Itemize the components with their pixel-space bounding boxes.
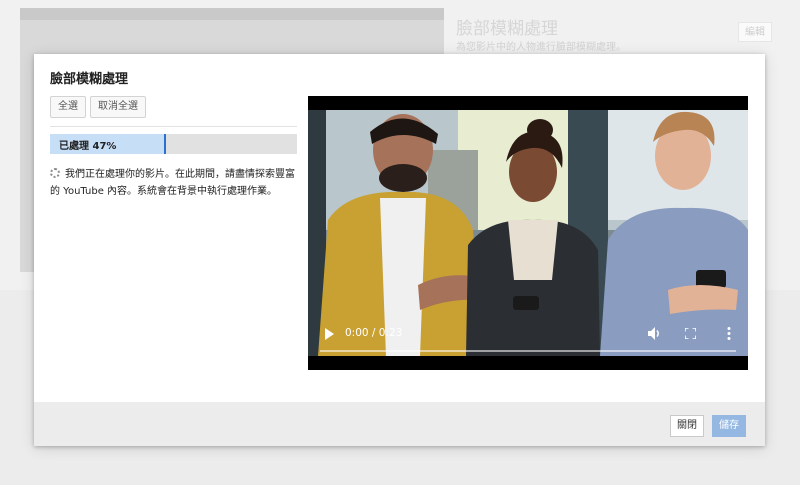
dialog-title: 臉部模糊處理 [50,72,129,87]
select-all-button[interactable]: 全選 [50,96,86,118]
video-controls: 0:00 / 0:23 [308,318,748,356]
selection-buttons: 全選 取消全選 [50,96,146,118]
close-button[interactable]: 關閉 [670,415,704,437]
progress-label: 已處理 47% [59,141,117,152]
face-blur-dialog: 臉部模糊處理 全選 取消全選 已處理 47% 我們正在處理你的影片。在此期間，請… [34,54,765,446]
divider [50,126,297,127]
background-edit-button: 編輯 [738,22,772,42]
deselect-all-button[interactable]: 取消全選 [90,96,146,118]
more-vert-icon[interactable] [727,327,731,340]
video-player[interactable]: 0:00 / 0:23 [308,96,748,370]
processing-progress-bar: 已處理 47% [50,134,297,154]
spinner-icon [50,168,60,178]
fullscreen-icon[interactable] [685,328,696,339]
dialog-footer: 關閉 儲存 [34,402,765,446]
play-icon[interactable] [324,328,334,340]
save-button[interactable]: 儲存 [712,415,746,437]
volume-icon[interactable] [648,327,661,340]
background-title: 臉部模糊處理 [456,19,558,39]
video-scrubber[interactable] [320,350,736,352]
processing-status: 我們正在處理你的影片。在此期間，請盡情探索豐富的 YouTube 內容。系統會在… [50,166,300,200]
video-time: 0:00 / 0:23 [345,327,403,339]
background-subtitle: 為您影片中的人物進行臉部模糊處理。 [456,42,626,53]
status-text: 我們正在處理你的影片。在此期間，請盡情探索豐富的 YouTube 內容。系統會在… [50,169,295,197]
